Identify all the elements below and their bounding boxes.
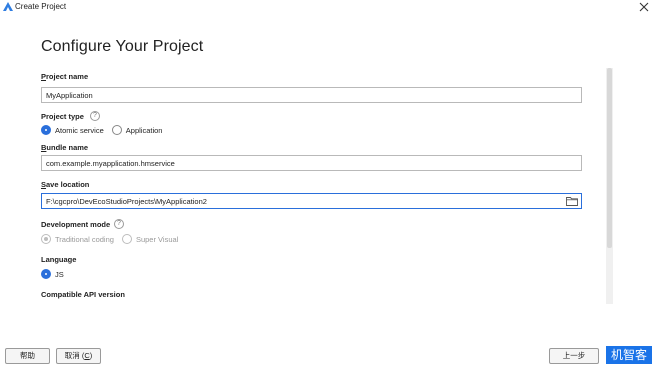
development-mode-options: Traditional coding Super Visual (41, 233, 186, 245)
project-name-label: Project name (41, 72, 88, 81)
help-button[interactable]: 帮助 (5, 348, 50, 364)
watermark-logo: 机智客 (606, 346, 652, 364)
compatible-api-label: Compatible API version (41, 290, 125, 299)
language-js-label: JS (55, 269, 64, 279)
language-js-radio[interactable]: JS (41, 269, 64, 279)
app-logo-icon (3, 2, 13, 11)
project-type-options: Atomic service Application (41, 124, 170, 136)
language-label: Language (41, 255, 77, 264)
development-mode-super-visual-label: Super Visual (135, 234, 179, 244)
window-title: Create Project (15, 2, 67, 11)
bundle-name-label: Bundle name (41, 143, 88, 152)
scrollbar-thumb[interactable] (607, 68, 612, 248)
save-location-input[interactable] (41, 193, 582, 209)
project-type-atomic-service-label: Atomic service (55, 125, 104, 135)
bundle-name-input[interactable] (41, 155, 582, 171)
cancel-button-end: ) (89, 351, 93, 360)
development-mode-traditional-label: Traditional coding (55, 234, 114, 244)
radio-unselected-icon (121, 234, 132, 244)
previous-button[interactable]: 上一步 (549, 348, 599, 364)
development-mode-super-visual-radio[interactable]: Super Visual (121, 234, 179, 244)
save-location-label: Save location (41, 180, 89, 189)
cancel-button[interactable]: 取消 (C) (56, 348, 101, 364)
help-icon[interactable]: ? (114, 219, 124, 229)
project-type-label: Project type (41, 112, 84, 121)
save-location-label-text: ave location (46, 180, 90, 189)
language-options: JS (41, 268, 72, 280)
project-name-label-text: roject name (46, 72, 89, 81)
project-name-input[interactable] (41, 87, 582, 103)
radio-selected-icon (41, 125, 51, 135)
close-icon[interactable] (637, 0, 651, 14)
cancel-button-text: 取消 ( (64, 351, 85, 360)
project-type-application-label: Application (125, 125, 163, 135)
help-icon[interactable]: ? (90, 111, 100, 121)
development-mode-label: Development mode (41, 220, 111, 229)
project-type-application-radio[interactable]: Application (111, 125, 163, 135)
radio-selected-icon (41, 234, 51, 244)
development-mode-traditional-radio[interactable]: Traditional coding (41, 234, 114, 244)
bundle-name-label-text: undle name (46, 143, 89, 152)
radio-selected-icon (41, 269, 51, 279)
folder-icon[interactable] (566, 196, 578, 206)
page-title: Configure Your Project (41, 38, 204, 55)
project-type-atomic-service-radio[interactable]: Atomic service (41, 125, 104, 135)
radio-unselected-icon (111, 125, 122, 135)
title-bar: Create Project (0, 0, 660, 14)
